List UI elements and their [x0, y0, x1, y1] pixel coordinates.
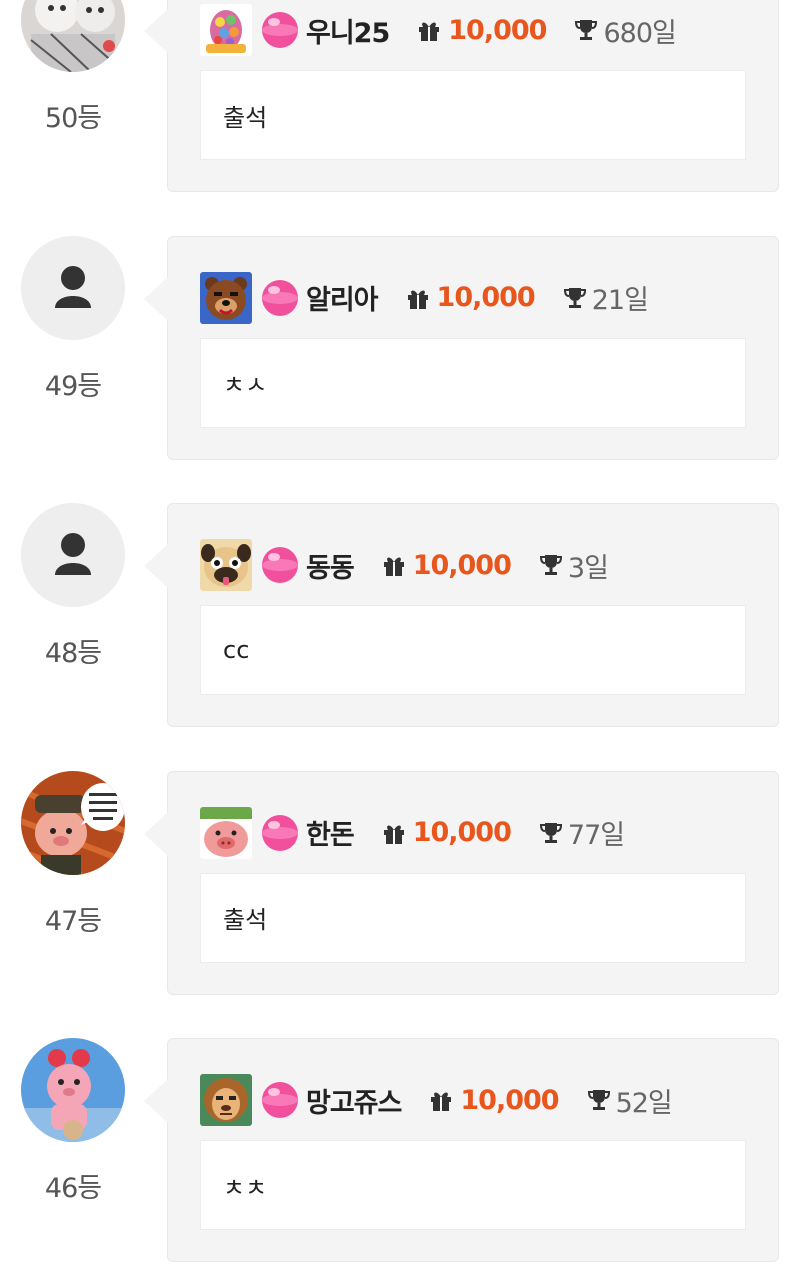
pink-gem-icon — [260, 813, 300, 853]
lion-badge-icon — [200, 1074, 252, 1126]
comment-text: 출석 — [200, 70, 746, 160]
pink-gem-icon — [260, 278, 300, 318]
pig-photo-avatar — [21, 770, 125, 875]
bear-badge-icon — [200, 271, 252, 324]
rank-label: 47등 — [44, 905, 102, 937]
avatar[interactable] — [21, 503, 125, 607]
trophy-icon — [539, 553, 563, 577]
avatar[interactable] — [21, 1038, 125, 1142]
attendance-days: 77일 — [567, 820, 625, 851]
pink-doll-photo-avatar — [21, 1038, 125, 1142]
entry-meta: 알리아 10,000 21일 — [200, 271, 649, 325]
list-item: 48등 동동 10,000 3일 cc — [0, 483, 800, 751]
entry-meta: 동동 10,000 3일 — [200, 538, 609, 592]
comment-text: ㅊㅅ — [200, 337, 746, 428]
gift-icon — [406, 286, 430, 310]
attendance-days: 21일 — [591, 285, 649, 316]
pig-badge-icon — [200, 806, 252, 859]
avatar[interactable] — [21, 0, 125, 72]
comment-bubble: 우니25 10,000 680일 출석 — [144, 0, 779, 192]
gift-icon — [429, 1088, 453, 1112]
trophy-icon — [587, 1088, 611, 1112]
gift-icon — [382, 553, 406, 577]
points-value: 10,000 — [412, 549, 512, 581]
comment-bubble: 동동 10,000 3일 cc — [144, 503, 779, 727]
entry-meta: 망고쥬스 10,000 52일 — [200, 1073, 673, 1127]
attendance-days: 3일 — [567, 552, 609, 584]
trophy-icon — [539, 821, 563, 845]
gift-icon — [417, 18, 441, 42]
entry-meta: 우니25 10,000 680일 — [200, 3, 677, 57]
gift-icon — [382, 821, 406, 845]
user-silhouette-icon — [21, 503, 125, 607]
comment-bubble: 알리아 10,000 21일 ㅊㅅ — [144, 235, 779, 460]
list-item: 49등 알리아 10,000 21일 ㅊㅅ — [0, 216, 800, 484]
points-value: 10,000 — [412, 817, 512, 848]
comment-text: 출석 — [200, 872, 746, 963]
trophy-icon — [563, 286, 587, 310]
nickname[interactable]: 알리아 — [306, 278, 379, 317]
avatar[interactable] — [21, 770, 125, 875]
pink-gem-icon — [260, 10, 300, 50]
nickname[interactable]: 우니25 — [306, 11, 390, 50]
trophy-icon — [574, 18, 598, 42]
user-silhouette-icon — [21, 235, 125, 340]
dog-photo-avatar — [21, 0, 125, 72]
comment-bubble: 한돈 10,000 77일 출석 — [144, 770, 779, 995]
rank-label: 48등 — [44, 638, 102, 669]
list-item: 50등 우니25 10,000 680일 출석 — [0, 0, 800, 216]
nickname[interactable]: 망고쥬스 — [306, 1081, 402, 1120]
rank-label: 50등 — [44, 103, 102, 134]
pug-badge-icon — [200, 539, 252, 591]
candy-badge-icon — [200, 4, 252, 56]
pink-gem-icon — [260, 545, 300, 585]
avatar[interactable] — [21, 235, 125, 340]
comment-bubble: 망고쥬스 10,000 52일 ㅊㅊ — [144, 1038, 779, 1262]
attendance-days: 52일 — [615, 1087, 673, 1119]
nickname[interactable]: 한돈 — [306, 813, 355, 852]
points-value: 10,000 — [460, 1084, 559, 1116]
entry-meta: 한돈 10,000 77일 — [200, 806, 625, 860]
rank-label: 49등 — [44, 370, 102, 402]
list-item: 47등 한돈 10,000 77일 출석 — [0, 751, 800, 1019]
attendance-list: 50등 우니25 10,000 680일 출석 49등 알리아 10,000 2… — [0, 0, 800, 1286]
pink-gem-icon — [260, 1080, 300, 1120]
comment-text: ㅊㅊ — [200, 1140, 746, 1230]
rank-label: 46등 — [44, 1173, 102, 1204]
points-value: 10,000 — [436, 282, 536, 313]
comment-text: cc — [200, 605, 746, 695]
nickname[interactable]: 동동 — [306, 546, 355, 585]
attendance-days: 680일 — [603, 17, 676, 49]
points-value: 10,000 — [448, 14, 547, 46]
list-item: 46등 망고쥬스 10,000 52일 ㅊㅊ — [0, 1018, 800, 1286]
